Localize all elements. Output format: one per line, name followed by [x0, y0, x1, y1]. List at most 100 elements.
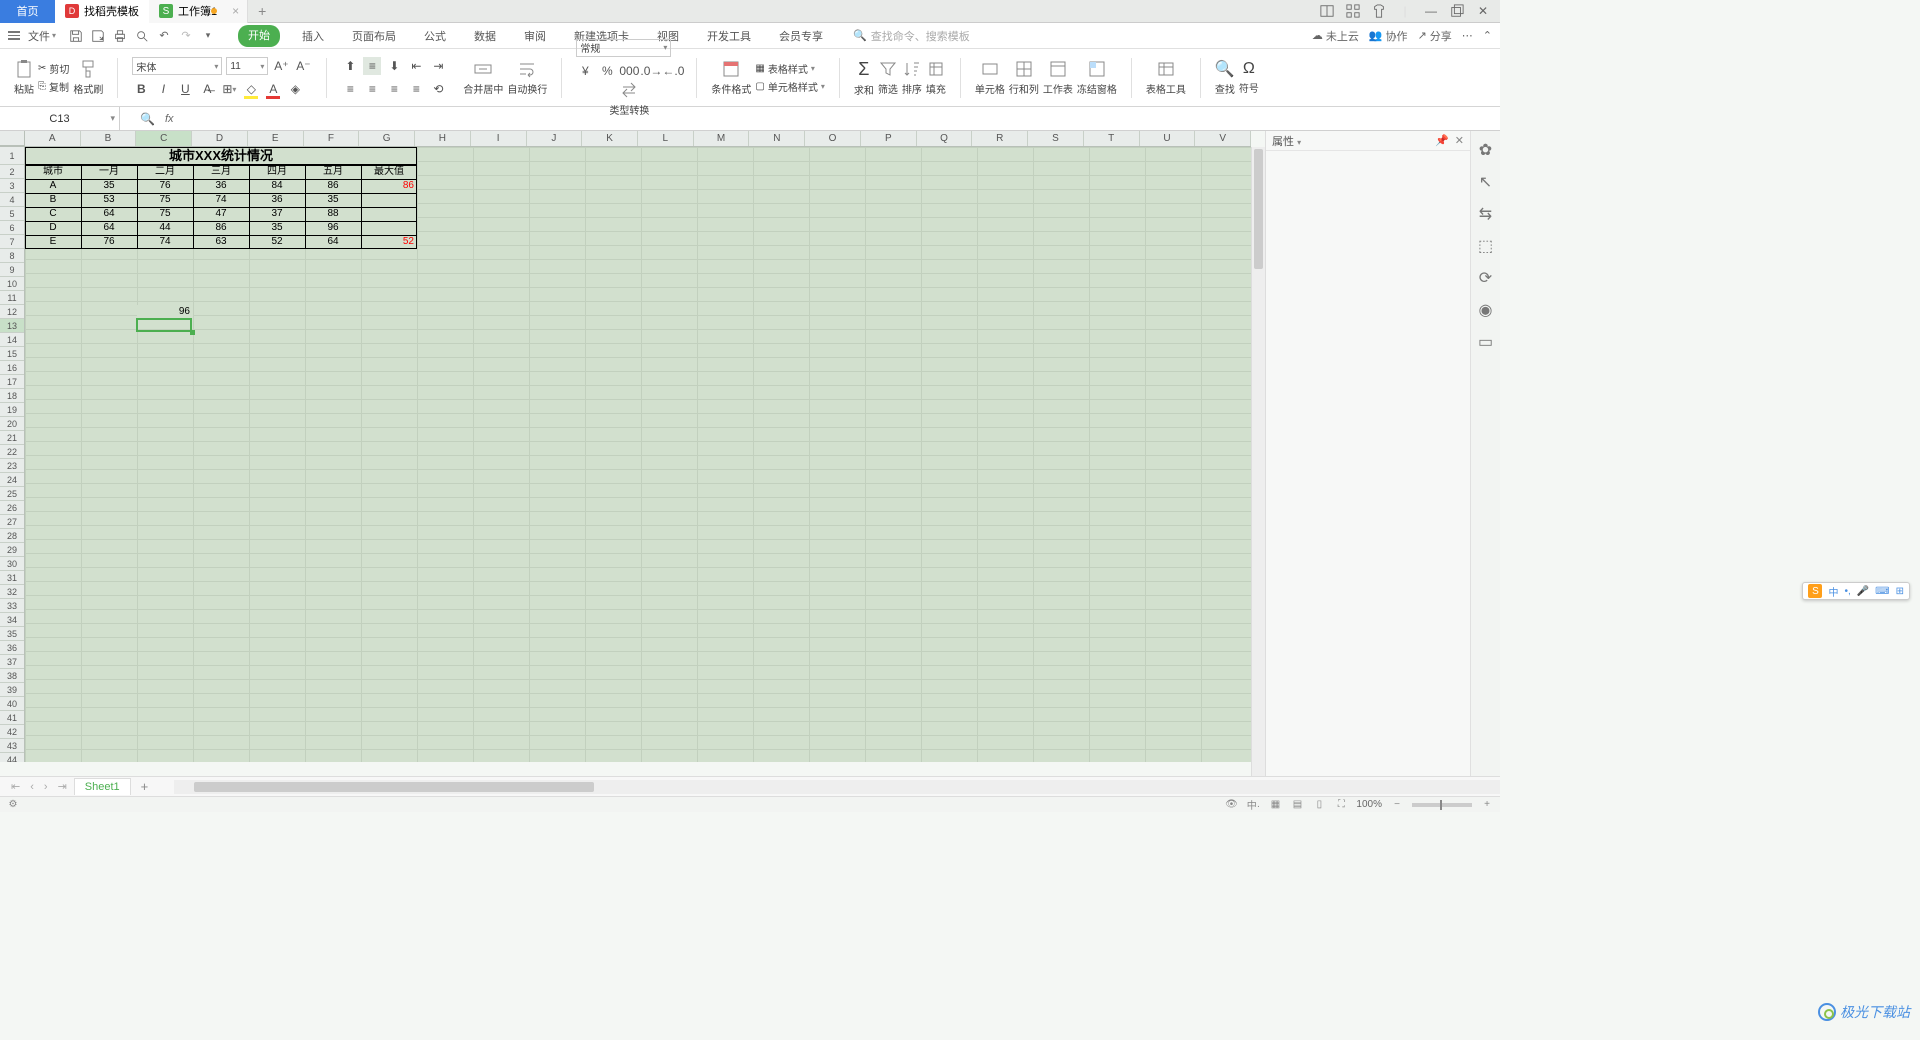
row-header-26[interactable]: 26	[0, 501, 24, 515]
cell-style-button[interactable]: ▢ 单元格样式▾	[755, 79, 824, 94]
row-header-30[interactable]: 30	[0, 557, 24, 571]
ribbon-tab-dev[interactable]: 开发工具	[701, 25, 757, 47]
cell-A7[interactable]: E	[25, 235, 81, 249]
side-style-icon[interactable]: ✿	[1477, 141, 1495, 159]
row-header-28[interactable]: 28	[0, 529, 24, 543]
row-header-11[interactable]: 11	[0, 291, 24, 305]
share-button[interactable]: ↗ 分享	[1418, 28, 1452, 44]
fill-handle[interactable]	[190, 330, 195, 335]
indent-decrease-icon[interactable]: ⇤	[407, 57, 425, 75]
underline-icon[interactable]: U	[176, 80, 194, 98]
cut-button[interactable]: ✂ 剪切	[38, 61, 69, 76]
row-header-13[interactable]: 13	[0, 319, 24, 333]
side-settings-icon[interactable]: ⇆	[1477, 205, 1495, 223]
skin-icon[interactable]	[1370, 2, 1388, 20]
row-header-23[interactable]: 23	[0, 459, 24, 473]
col-header-D[interactable]: D	[192, 131, 248, 146]
zoom-in-icon[interactable]: +	[1480, 798, 1494, 812]
row-header-43[interactable]: 43	[0, 739, 24, 753]
col-header-T[interactable]: T	[1084, 131, 1140, 146]
col-header-M[interactable]: M	[694, 131, 750, 146]
select-all-corner[interactable]	[0, 131, 25, 146]
cell-F5[interactable]: 88	[305, 207, 361, 221]
cell-C5[interactable]: 75	[137, 207, 193, 221]
align-bottom-icon[interactable]: ⬇	[385, 57, 403, 75]
tab-home[interactable]: 首页	[0, 0, 55, 23]
row-header-40[interactable]: 40	[0, 697, 24, 711]
cell-C3[interactable]: 76	[137, 179, 193, 193]
align-justify-icon[interactable]: ≡	[407, 80, 425, 98]
align-left-icon[interactable]: ≡	[341, 80, 359, 98]
col-header-S[interactable]: S	[1028, 131, 1084, 146]
row-header-35[interactable]: 35	[0, 627, 24, 641]
increase-decimal-icon[interactable]: .0→	[642, 62, 660, 80]
cell-F2[interactable]: 五月	[305, 165, 361, 179]
side-tools-icon[interactable]: ⬚	[1477, 237, 1495, 255]
row-header-33[interactable]: 33	[0, 599, 24, 613]
bold-icon[interactable]: B	[132, 80, 150, 98]
view-reading-icon[interactable]: ▯	[1312, 798, 1326, 812]
side-backup-icon[interactable]: ⟳	[1477, 269, 1495, 287]
cell-G3[interactable]: 86	[361, 179, 417, 193]
col-header-Q[interactable]: Q	[917, 131, 973, 146]
grid[interactable]: ABCDEFGHIJKLMNOPQRSTUV 12345678910111213…	[0, 131, 1251, 762]
col-header-I[interactable]: I	[471, 131, 527, 146]
ribbon-tab-review[interactable]: 审阅	[518, 25, 552, 47]
vertical-scrollbar[interactable]	[1251, 147, 1265, 776]
fx-search-icon[interactable]: 🔍	[140, 112, 155, 126]
cloud-status[interactable]: ☁ 未上云	[1312, 28, 1359, 44]
orientation-icon[interactable]: ⟲	[429, 80, 447, 98]
fill-color-icon[interactable]: ◇	[242, 80, 260, 98]
tab-workbook[interactable]: S 工作簿1 ×	[149, 0, 248, 23]
print-icon[interactable]	[112, 28, 128, 44]
row-header-18[interactable]: 18	[0, 389, 24, 403]
cell-A5[interactable]: C	[25, 207, 81, 221]
comma-icon[interactable]: 000	[620, 62, 638, 80]
redo-icon[interactable]: ↷	[178, 28, 194, 44]
col-header-C[interactable]: C	[136, 131, 192, 146]
cell-G2[interactable]: 最大值	[361, 165, 417, 179]
decrease-decimal-icon[interactable]: ←.0	[664, 62, 682, 80]
fx-icon[interactable]: fx	[165, 113, 174, 125]
ribbon-tab-data[interactable]: 数据	[468, 25, 502, 47]
align-middle-icon[interactable]: ≡	[363, 57, 381, 75]
layout-icon[interactable]	[1318, 2, 1336, 20]
row-header-7[interactable]: 7	[0, 235, 24, 249]
side-location-icon[interactable]: ◉	[1477, 301, 1495, 319]
side-help-icon[interactable]: ▭	[1477, 333, 1495, 351]
close-tab-icon[interactable]: ×	[232, 4, 239, 18]
pin-icon[interactable]: 📌	[1435, 134, 1449, 147]
number-format-select[interactable]: 常规▾	[576, 39, 671, 57]
col-header-F[interactable]: F	[304, 131, 360, 146]
sheet-nav-prev[interactable]: ‹	[27, 781, 37, 793]
side-select-icon[interactable]: ↖	[1477, 173, 1495, 191]
cell-G4[interactable]	[361, 193, 417, 207]
cell-D6[interactable]: 86	[193, 221, 249, 235]
row-header-3[interactable]: 3	[0, 179, 24, 193]
cell-C4[interactable]: 75	[137, 193, 193, 207]
ribbon-tab-member[interactable]: 会员专享	[773, 25, 829, 47]
cell-C6[interactable]: 44	[137, 221, 193, 235]
col-header-G[interactable]: G	[359, 131, 415, 146]
row-header-5[interactable]: 5	[0, 207, 24, 221]
conditional-format-button[interactable]: 条件格式	[711, 59, 751, 96]
cell-button[interactable]: 单元格	[975, 59, 1005, 96]
row-header-10[interactable]: 10	[0, 277, 24, 291]
cell-D2[interactable]: 三月	[193, 165, 249, 179]
save-as-icon[interactable]	[90, 28, 106, 44]
maximize-icon[interactable]	[1448, 2, 1466, 20]
currency-icon[interactable]: ¥	[576, 62, 594, 80]
eye-care-icon[interactable]: 👁	[1224, 798, 1238, 812]
cell-F6[interactable]: 96	[305, 221, 361, 235]
cell-D5[interactable]: 47	[193, 207, 249, 221]
cell-C7[interactable]: 74	[137, 235, 193, 249]
cell-F3[interactable]: 86	[305, 179, 361, 193]
ime-keyboard-icon[interactable]: ⌨	[1875, 586, 1889, 597]
row-header-6[interactable]: 6	[0, 221, 24, 235]
row-header-8[interactable]: 8	[0, 249, 24, 263]
grid-icon[interactable]	[1344, 2, 1362, 20]
sheet-nav-first[interactable]: ⇤	[8, 780, 23, 793]
rowcol-button[interactable]: 行和列	[1009, 59, 1039, 96]
cell-D4[interactable]: 74	[193, 193, 249, 207]
cell-A1[interactable]: 城市XXX统计情况	[25, 147, 417, 165]
